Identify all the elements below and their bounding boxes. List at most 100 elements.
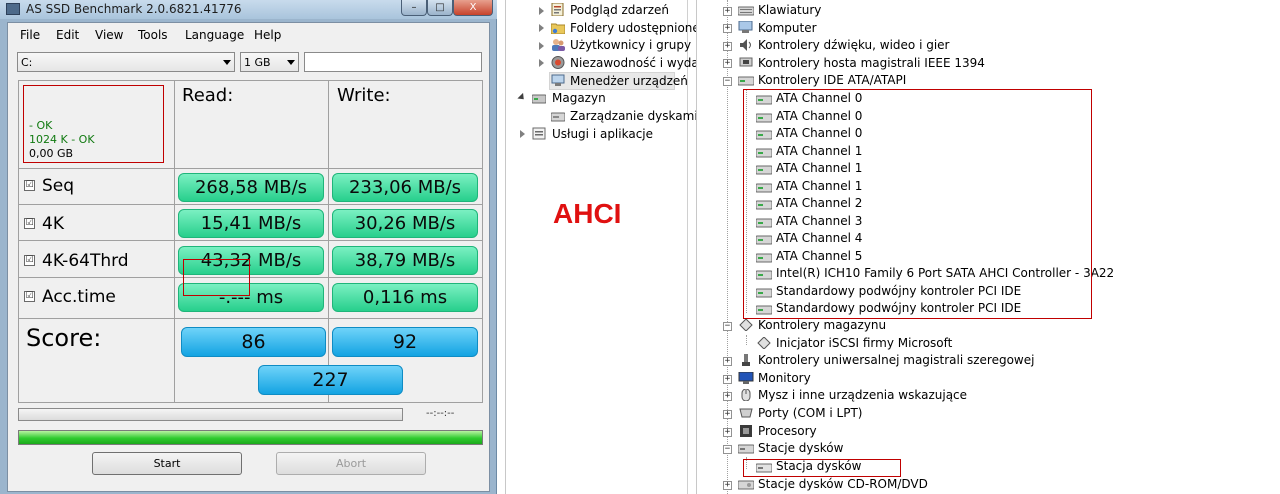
ssd-client-area: File Edit View Tools Language Help C: 1 … <box>7 22 490 492</box>
expand-toggle-icon[interactable]: + <box>723 410 732 419</box>
dm-cdrom-drives[interactable]: Stacje dysków CD-ROM/DVD <box>758 477 928 491</box>
cm-item-users[interactable]: Użytkownicy i grupy lok <box>570 38 712 52</box>
expand-toggle-icon[interactable]: + <box>723 7 732 16</box>
cm-item-shared-folders[interactable]: Foldery udostępnione <box>570 21 700 35</box>
expand-toggle-icon[interactable]: + <box>723 481 732 490</box>
results-grid: - OK 1024 K - OK 0,00 GB Read: Write: ☑ … <box>18 80 483 403</box>
menu-file[interactable]: File <box>20 28 40 42</box>
info-line-3: 0,00 GB <box>29 147 74 160</box>
cm-item-device-manager[interactable]: Menedżer urządzeń <box>570 74 688 88</box>
collapse-toggle-icon[interactable]: − <box>723 77 732 86</box>
expand-toggle-icon[interactable]: + <box>723 24 732 33</box>
start-button[interactable]: Start <box>92 452 242 475</box>
expand-toggle-icon[interactable]: + <box>723 42 732 51</box>
menu-language[interactable]: Language <box>185 28 244 42</box>
device-manager-icon <box>551 74 565 86</box>
mouse-icon <box>741 389 751 401</box>
info-line-2: 1024 K - OK <box>29 133 95 146</box>
menu-tools[interactable]: Tools <box>138 28 168 42</box>
firewire-icon <box>739 57 753 67</box>
4k-write-value: 30,26 MB/s <box>332 209 478 238</box>
computer-management-tree: Podgląd zdarzeń Foldery udostępnione Uży… <box>505 0 712 494</box>
cm-item-storage[interactable]: Magazyn <box>552 91 606 105</box>
expand-toggle-icon[interactable]: + <box>723 428 732 437</box>
drive-select[interactable]: C: <box>17 52 235 72</box>
dm-usb-controllers[interactable]: Kontrolery uniwersalnej magistrali szere… <box>758 353 1034 367</box>
dm-iscsi[interactable]: Inicjator iSCSI firmy Microsoft <box>776 336 952 350</box>
dm-storage-controllers[interactable]: Kontrolery magazynu <box>758 318 886 332</box>
cm-item-disk-management[interactable]: Zarządzanie dyskami <box>570 109 698 123</box>
menu-help[interactable]: Help <box>254 28 281 42</box>
shared-folders-icon <box>551 23 565 34</box>
4k64-write-value: 38,79 MB/s <box>332 246 478 275</box>
port-icon <box>739 408 753 418</box>
4k-checkbox[interactable]: ☑ <box>24 218 35 229</box>
expand-toggle-icon[interactable]: + <box>723 375 732 384</box>
as-ssd-window: AS SSD Benchmark 2.0.6821.41776 – □ X Fi… <box>0 0 497 494</box>
seq-write-value: 233,06 MB/s <box>332 173 478 202</box>
seq-read-value: 268,58 MB/s <box>178 173 324 202</box>
acctime-checkbox[interactable]: ☑ <box>24 291 35 302</box>
dm-ports[interactable]: Porty (COM i LPT) <box>758 406 862 420</box>
disk-drive-icon <box>738 444 754 454</box>
processor-icon <box>740 425 752 437</box>
expand-arrow-icon[interactable] <box>539 24 544 32</box>
test-progress-bar <box>18 408 403 421</box>
expand-toggle-icon[interactable]: + <box>723 59 732 68</box>
overall-progress-bar <box>18 430 483 445</box>
users-icon <box>552 39 565 51</box>
read-header: Read: <box>182 85 234 106</box>
collapse-toggle-icon[interactable]: − <box>723 445 732 454</box>
dm-processors[interactable]: Procesory <box>758 424 817 438</box>
4k-read-value: 15,41 MB/s <box>178 209 324 238</box>
dm-monitors[interactable]: Monitory <box>758 371 811 385</box>
dm-ide-controllers[interactable]: Kontrolery IDE ATA/ATAPI <box>758 73 906 87</box>
drive-info-field <box>304 52 482 72</box>
menu-view[interactable]: View <box>95 28 123 42</box>
usb-icon <box>742 354 750 366</box>
window-title: AS SSD Benchmark 2.0.6821.41776 <box>26 2 242 16</box>
minimize-button[interactable]: – <box>401 0 427 16</box>
expand-arrow-icon[interactable] <box>539 59 544 67</box>
dm-sound-controllers[interactable]: Kontrolery dźwięku, wideo i gier <box>758 38 949 52</box>
seq-label: Seq <box>42 176 75 196</box>
drive-select-value: C: <box>21 56 33 69</box>
cdrom-icon <box>738 480 754 490</box>
cm-item-reliability[interactable]: Niezawodność i wydajn <box>570 56 710 70</box>
size-select[interactable]: 1 GB <box>240 52 299 72</box>
dm-computer[interactable]: Komputer <box>758 21 817 35</box>
disk-drive-annotation-box <box>743 459 901 477</box>
seq-checkbox[interactable]: ☑ <box>24 180 35 191</box>
expand-arrow-icon[interactable] <box>539 7 544 15</box>
cm-item-event-viewer[interactable]: Podgląd zdarzeń <box>570 3 669 17</box>
drive-info-box: - OK 1024 K - OK 0,00 GB <box>23 85 164 163</box>
4k64-checkbox[interactable]: ☑ <box>24 255 35 266</box>
close-button[interactable]: X <box>453 0 493 16</box>
expand-toggle-icon[interactable]: + <box>723 392 732 401</box>
dm-mice[interactable]: Mysz i inne urządzenia wskazujące <box>758 388 967 402</box>
collapse-toggle-icon[interactable]: − <box>723 322 732 331</box>
expand-arrow-icon[interactable] <box>520 130 525 138</box>
dm-disk-drives[interactable]: Stacje dysków <box>758 441 843 455</box>
expand-toggle-icon[interactable]: + <box>723 357 732 366</box>
iscsi-icon <box>757 337 771 349</box>
chevron-down-icon <box>223 60 231 65</box>
dm-ieee1394[interactable]: Kontrolery hosta magistrali IEEE 1394 <box>758 56 985 70</box>
write-header: Write: <box>337 85 391 106</box>
score-read: 86 <box>181 327 326 357</box>
collapse-arrow-icon[interactable] <box>517 92 527 103</box>
monitor-icon <box>738 372 754 384</box>
expand-arrow-icon[interactable] <box>539 42 544 50</box>
menu-edit[interactable]: Edit <box>56 28 79 42</box>
app-icon <box>6 3 20 15</box>
performance-icon <box>551 56 565 69</box>
maximize-button[interactable]: □ <box>427 0 453 16</box>
abort-button[interactable]: Abort <box>276 452 426 475</box>
ide-controller-icon <box>738 76 754 86</box>
elapsed-time: --:--:-- <box>426 408 455 419</box>
cm-item-services[interactable]: Usługi i aplikacje <box>552 127 653 141</box>
score-write: 92 <box>332 327 478 357</box>
keyboard-icon <box>738 6 754 16</box>
computer-icon <box>738 21 753 33</box>
dm-keyboards[interactable]: Klawiatury <box>758 3 821 17</box>
